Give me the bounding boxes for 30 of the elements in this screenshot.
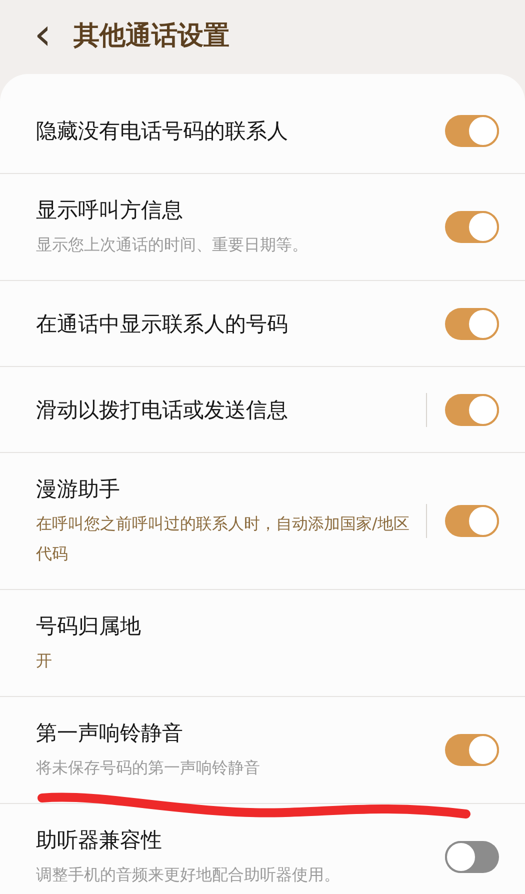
settings-row[interactable]: 助听器兼容性 调整手机的音频来更好地配合助听器使用。 bbox=[0, 804, 525, 894]
toggle-switch[interactable] bbox=[445, 211, 499, 243]
settings-row[interactable]: 漫游助手 在呼叫您之前呼叫过的联系人时，自动添加国家/地区代码 bbox=[0, 453, 525, 590]
settings-row[interactable]: 号码归属地 开 bbox=[0, 590, 525, 697]
back-button[interactable]: ‹ bbox=[34, 13, 52, 57]
setting-summary: 在呼叫您之前呼叫过的联系人时，自动添加国家/地区代码 bbox=[36, 513, 410, 565]
settings-row[interactable]: 显示呼叫方信息 显示您上次通话的时间、重要日期等。 bbox=[0, 174, 525, 281]
toggle-switch[interactable] bbox=[445, 114, 499, 146]
setting-title: 助听器兼容性 bbox=[36, 827, 163, 854]
setting-title: 漫游助手 bbox=[36, 476, 121, 503]
settings-row[interactable]: 在通话中显示联系人的号码 bbox=[0, 281, 525, 367]
setting-title: 在通话中显示联系人的号码 bbox=[36, 310, 289, 338]
setting-title: 显示呼叫方信息 bbox=[36, 197, 184, 224]
toggle-switch[interactable] bbox=[445, 505, 499, 537]
settings-row[interactable]: 第一声响铃静音 将未保存号码的第一声响铃静音 bbox=[0, 697, 525, 804]
settings-row[interactable]: 滑动以拨打电话或发送信息 bbox=[0, 367, 525, 453]
toggle-switch[interactable] bbox=[445, 734, 499, 766]
setting-summary: 显示您上次通话的时间、重要日期等。 bbox=[36, 234, 309, 256]
setting-summary: 开 bbox=[36, 650, 53, 672]
setting-title: 隐藏没有电话号码的联系人 bbox=[36, 118, 289, 144]
setting-summary: 调整手机的音频来更好地配合助听器使用。 bbox=[36, 864, 341, 886]
setting-title: 滑动以拨打电话或发送信息 bbox=[36, 396, 289, 424]
toggle-switch[interactable] bbox=[445, 394, 499, 426]
setting-title: 第一声响铃静音 bbox=[36, 720, 184, 747]
page-title: 其他通话设置 bbox=[74, 20, 230, 52]
setting-summary: 将未保存号码的第一声响铃静音 bbox=[36, 757, 261, 779]
toggle-switch[interactable] bbox=[445, 841, 499, 873]
toggle-switch[interactable] bbox=[445, 308, 499, 340]
setting-title: 号码归属地 bbox=[36, 613, 142, 640]
settings-row[interactable]: 隐藏没有电话号码的联系人 bbox=[0, 88, 525, 174]
